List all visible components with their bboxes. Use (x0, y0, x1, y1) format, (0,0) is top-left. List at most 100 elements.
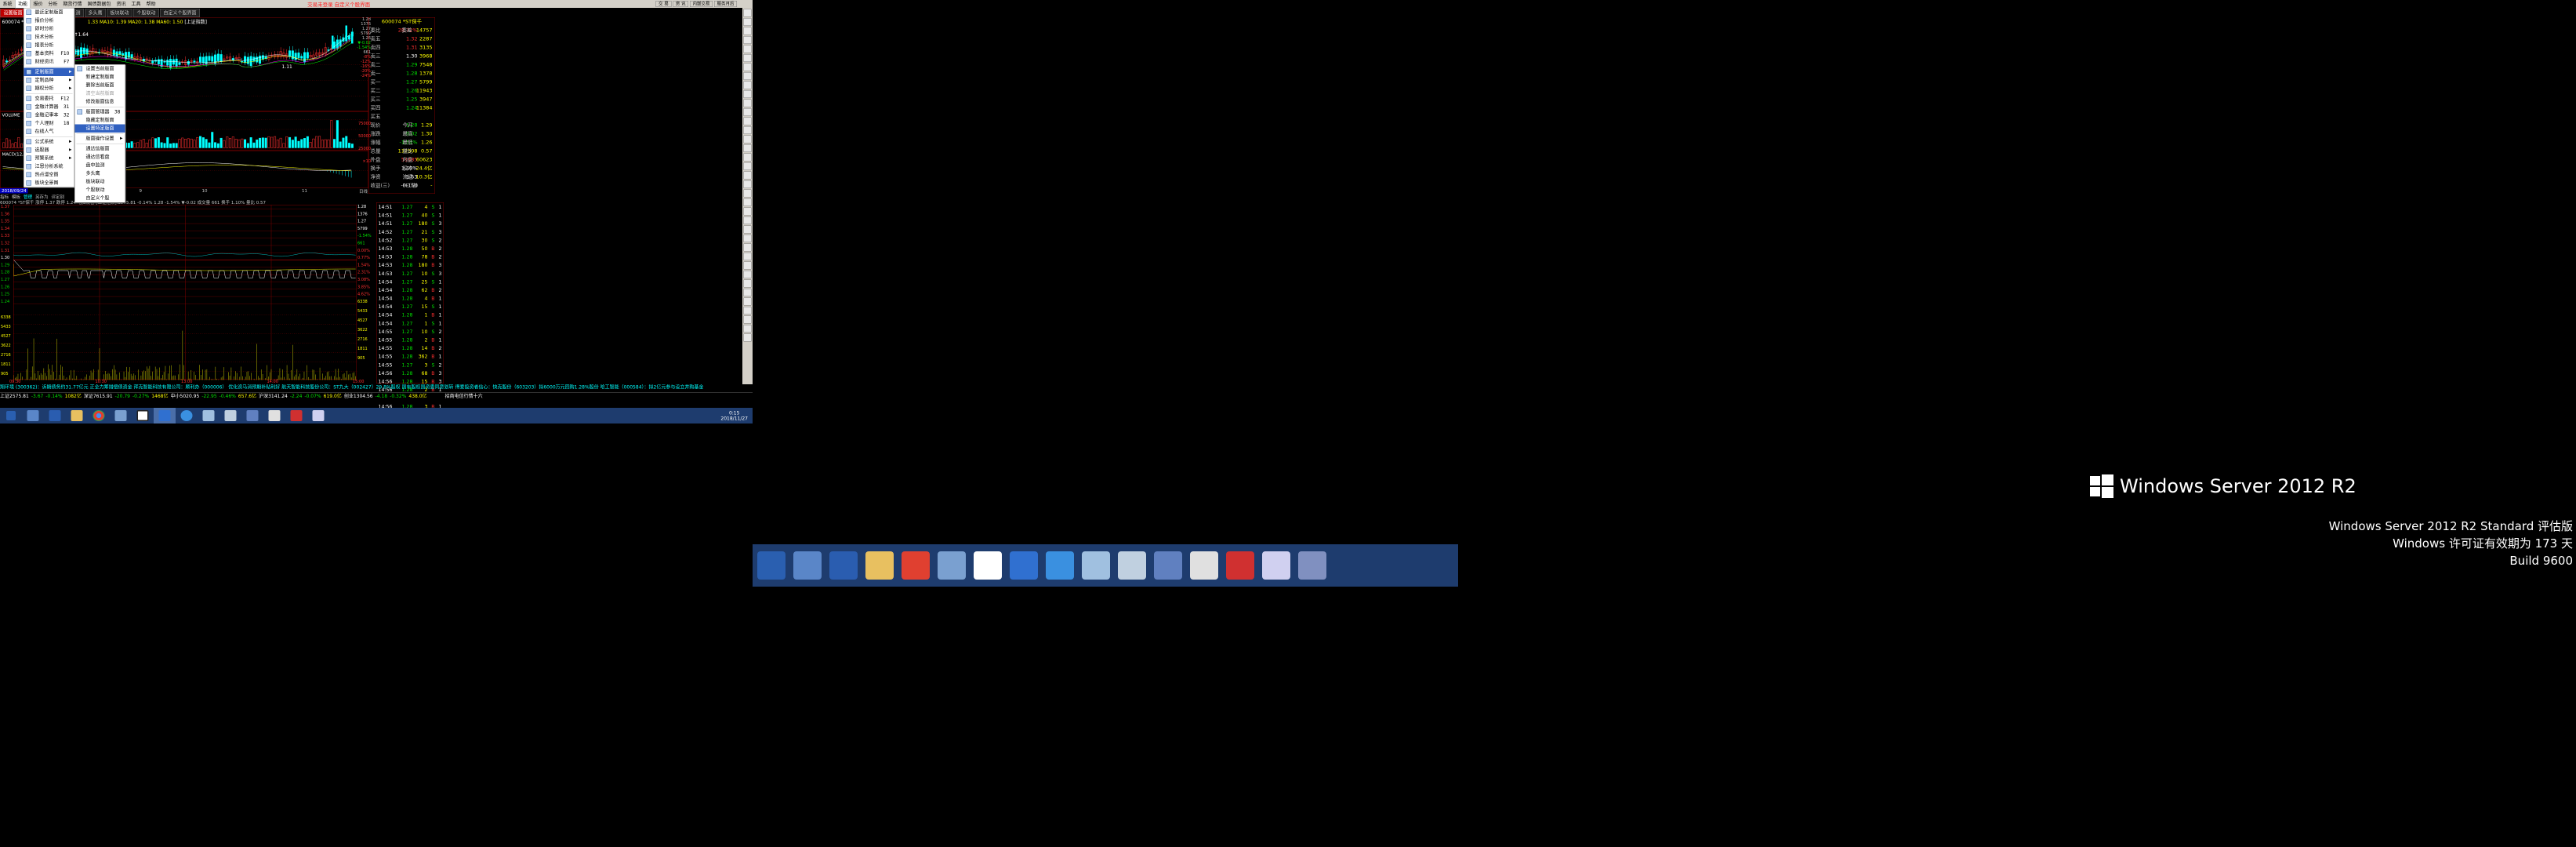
news-ticker[interactable]: 翔环境 (300362)：诉期债务约31.77亿元 正全力筹措偿债资金 拜克智能… (0, 384, 753, 391)
taskbar-app-icon[interactable] (1190, 551, 1218, 580)
submenu-item[interactable]: 自定义个股 (75, 194, 125, 203)
toolbar-icon[interactable] (743, 45, 752, 53)
menu-item[interactable]: 财经资讯 F7 (24, 58, 74, 67)
toolbar-icon[interactable] (743, 189, 752, 198)
menu-item[interactable]: 报价分析 (24, 16, 74, 25)
submenu-item[interactable]: 版面操作设置 ▶ (75, 135, 125, 144)
taskbar-app-icon[interactable] (1118, 551, 1146, 580)
submenu-item[interactable]: 个股联动 (75, 186, 125, 194)
submenu-item[interactable]: 多头鹰 (75, 169, 125, 178)
toolbar-icon[interactable] (743, 54, 752, 62)
toolbar-icon[interactable] (743, 63, 752, 71)
toolbar-icon[interactable] (743, 81, 752, 89)
submenu-item[interactable]: 隐藏定制版面 (75, 116, 125, 125)
submenu-item[interactable]: 设置特定版面 (74, 124, 125, 133)
tick-row[interactable]: 14:54 1.27 15 S 1 (377, 303, 444, 311)
taskbar-app-icon[interactable] (1010, 551, 1038, 580)
network-icon[interactable] (110, 408, 132, 424)
tab-stock[interactable]: 个股联动 (133, 9, 160, 17)
tab-save-as[interactable]: 另存为 (35, 194, 49, 200)
api-icon[interactable] (154, 408, 176, 424)
submenu-item[interactable]: 修改版面信息 (75, 98, 125, 107)
toolbar-icon[interactable] (743, 135, 752, 144)
menu-item[interactable]: 江恩分析系统 (24, 162, 74, 171)
menu-item[interactable]: 系统 (0, 0, 15, 8)
submenu-item[interactable]: 通达信看盘 (75, 153, 125, 162)
tick-row[interactable]: 14:54 1.27 25 S 1 (377, 278, 444, 286)
menu-item[interactable]: 预警系统 ▶ (24, 154, 74, 163)
toolbar-icon[interactable] (743, 207, 752, 216)
menu-item[interactable]: 定制品种 ▶ (24, 76, 74, 85)
toolbar-icon[interactable] (743, 108, 752, 116)
taskbar-app-icon[interactable] (938, 551, 966, 580)
submenu-item[interactable]: 新建定制版面 (75, 73, 125, 82)
toolbar-icon[interactable] (743, 243, 752, 252)
notes-icon[interactable] (198, 408, 220, 424)
toolbar-icon[interactable] (743, 144, 752, 152)
menu-item[interactable]: 最近定制版面 (24, 9, 74, 17)
menu-item[interactable]: 金融计算器 31 (24, 103, 74, 111)
toolbar-icon[interactable] (743, 36, 752, 44)
start-button[interactable] (0, 408, 22, 424)
toolbar-icon[interactable] (743, 9, 752, 17)
embedded-trade-button[interactable]: 内嵌交易 (690, 1, 713, 7)
toolbar-icon[interactable] (743, 171, 752, 180)
toolbar-icon[interactable] (743, 289, 752, 296)
tick-row[interactable]: 14:53 1.28 180 B 3 (377, 261, 444, 270)
trade-button[interactable]: 交 易 (655, 1, 672, 7)
submenu-item[interactable]: 板块联动 (75, 178, 125, 187)
menu-item[interactable]: 报价 (31, 0, 45, 8)
toolbar-icon[interactable] (743, 180, 752, 188)
tick-row[interactable]: 14:56 1.28 68 B 3 (377, 369, 444, 377)
taskbar-app-icon[interactable] (1154, 551, 1182, 580)
menu-item[interactable]: 工具 (129, 0, 143, 8)
toolbar-icon[interactable] (743, 325, 752, 333)
menu-item[interactable]: 个人理财 18 (24, 119, 74, 128)
toolbar-icon[interactable] (743, 99, 752, 107)
toolbar-icon[interactable] (743, 225, 752, 234)
tick-row[interactable]: 14:51 1.27 180 S 3 (377, 220, 444, 228)
submenu-item[interactable]: 清空当前版面 (75, 89, 125, 98)
sync-icon[interactable] (241, 408, 263, 424)
toolbar-icon[interactable] (743, 18, 752, 26)
toolbar-icon[interactable] (743, 72, 752, 80)
taskbar-app-icon[interactable] (1298, 551, 1326, 580)
service-button[interactable]: 服务月后 (714, 1, 737, 7)
chrome-icon[interactable] (88, 408, 110, 424)
toolbar-icon[interactable] (743, 271, 752, 278)
tick-row[interactable]: 14:54 1.27 1 S 1 (377, 319, 444, 328)
submenu-item[interactable]: 删除当前版面 (75, 82, 125, 90)
tab-manage[interactable]: 管理 (24, 194, 32, 200)
tick-row[interactable]: 14:55 1.28 362 B 1 (377, 352, 444, 361)
menu-item[interactable]: 基本资料 F10 (24, 49, 74, 58)
menu-item[interactable]: 国债数据包 (85, 0, 114, 8)
toolbar-icon[interactable] (743, 307, 752, 314)
menu-item[interactable]: 分析 (45, 0, 60, 8)
tick-row[interactable]: 14:53 1.28 50 B 2 (377, 244, 444, 253)
toolbar-icon[interactable] (743, 253, 752, 260)
tool-icon[interactable] (307, 408, 329, 424)
tick-row[interactable]: 14:55 1.27 3 S 2 (377, 361, 444, 369)
taskbar-app-icon[interactable] (865, 551, 894, 580)
submenu-item[interactable]: 设置当前版面 (75, 65, 125, 74)
toolbar-icon[interactable] (743, 216, 752, 224)
tick-row[interactable]: 14:54 1.28 1 B 1 (377, 311, 444, 319)
menu-item[interactable]: 资讯 (114, 0, 129, 8)
menu-item[interactable]: 热点漫空图 (24, 171, 74, 180)
toolbar-icon[interactable] (743, 198, 752, 206)
submenu-item[interactable]: 盘中监测 (75, 162, 125, 170)
7zip-icon[interactable] (132, 408, 154, 424)
menu-item[interactable]: 即时分析 (24, 25, 74, 34)
tab-rating[interactable]: 评定别 (52, 194, 65, 200)
tick-row[interactable]: 14:53 1.27 10 S 3 (377, 269, 444, 278)
menu-item[interactable]: 金融记事本 32 (24, 111, 74, 120)
menu-item[interactable]: 在线人气 (24, 128, 74, 136)
toolbar-icon[interactable] (743, 315, 752, 324)
toolbar-icon[interactable] (743, 162, 752, 170)
taskbar-app-icon[interactable] (1082, 551, 1110, 580)
toolbar-icon[interactable] (743, 117, 752, 125)
taskbar-app-icon[interactable] (902, 551, 930, 580)
tab-eagle[interactable]: 多头鹰 (85, 9, 107, 17)
toolbar-icon[interactable] (743, 153, 752, 162)
tick-row[interactable]: 14:52 1.27 21 S 3 (377, 227, 444, 236)
